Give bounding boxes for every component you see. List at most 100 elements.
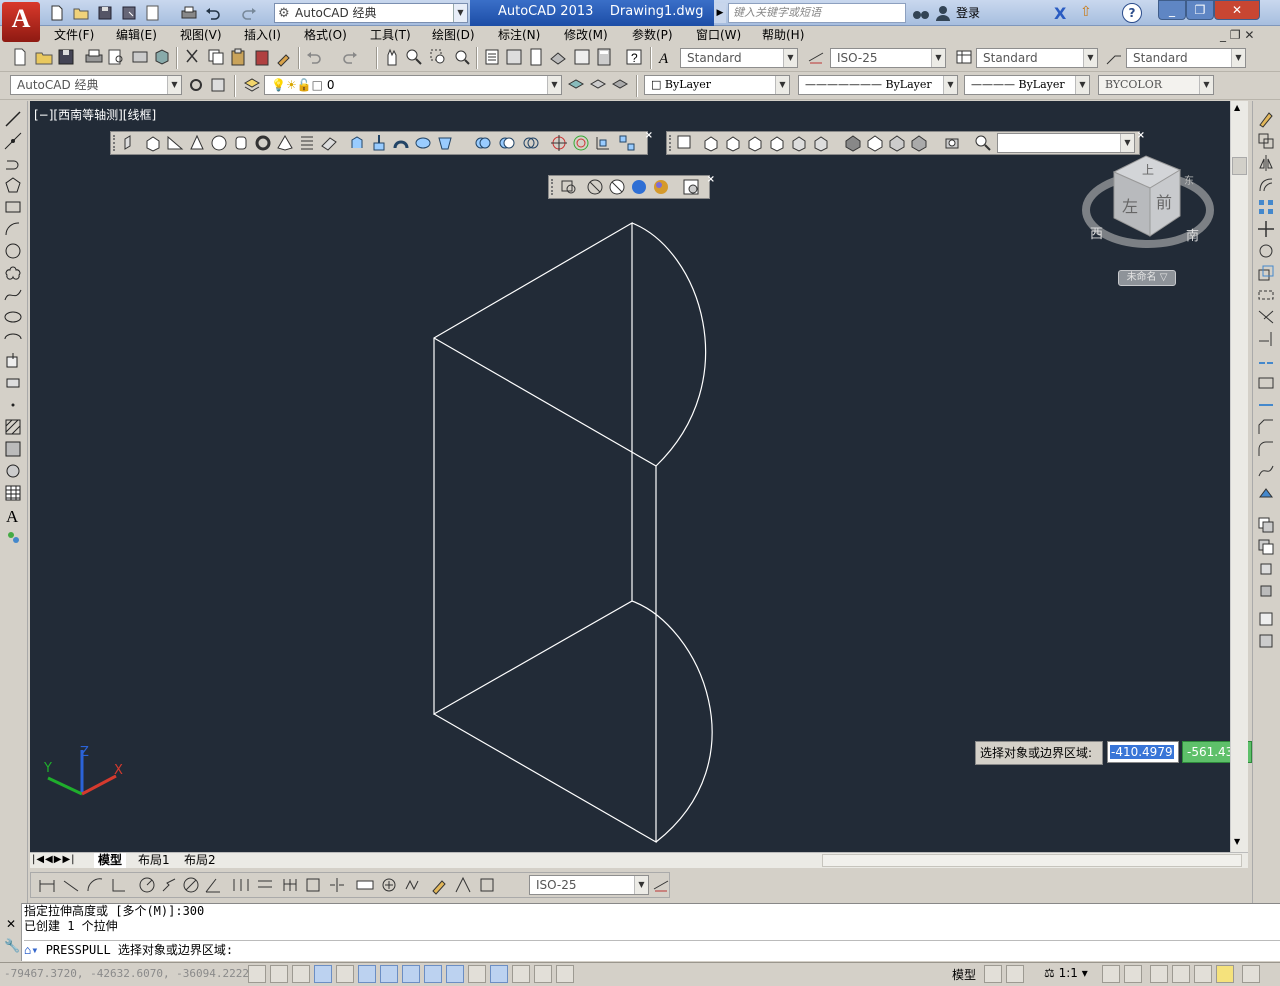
pyramid-icon[interactable] <box>275 133 295 153</box>
tab-layout2[interactable]: 布局2 <box>180 853 220 868</box>
break-at-point-icon[interactable] <box>1256 351 1276 371</box>
circle-icon[interactable] <box>3 241 23 261</box>
menu-parametric[interactable]: 参数(P) <box>632 27 673 43</box>
mirror-icon[interactable] <box>1256 153 1276 173</box>
layer-properties-icon[interactable] <box>242 75 262 95</box>
point-icon[interactable] <box>3 395 23 415</box>
wcs-menu[interactable]: 未命名 ▽ <box>1118 270 1176 286</box>
visual-style-manager-icon[interactable] <box>681 177 701 197</box>
zoom-previous-icon[interactable] <box>452 47 472 67</box>
region-icon[interactable] <box>3 461 23 481</box>
quick-properties-toggle[interactable] <box>512 965 530 983</box>
menu-format[interactable]: 格式(O) <box>304 27 347 43</box>
realistic-icon[interactable] <box>629 177 649 197</box>
zoom-realtime-icon[interactable] <box>404 47 424 67</box>
redo-icon[interactable] <box>340 47 360 67</box>
cylinder-icon[interactable] <box>231 133 251 153</box>
front-view-icon[interactable] <box>789 133 809 153</box>
gradient-icon[interactable] <box>3 439 23 459</box>
quick-view-drawings-icon[interactable] <box>1006 965 1024 983</box>
print-icon[interactable] <box>84 47 104 67</box>
hardware-acceleration-icon[interactable] <box>1194 965 1212 983</box>
radius-dim-icon[interactable] <box>137 875 157 895</box>
markup-icon[interactable] <box>572 47 592 67</box>
stretch-icon[interactable] <box>1256 285 1276 305</box>
construction-line-icon[interactable] <box>3 131 23 151</box>
dim-update-icon[interactable] <box>477 875 497 895</box>
grid-display-toggle[interactable] <box>292 965 310 983</box>
cut-icon[interactable] <box>182 47 202 67</box>
intersect-icon[interactable] <box>521 133 541 153</box>
break-icon[interactable] <box>1256 373 1276 393</box>
tab-layout1[interactable]: 布局1 <box>134 853 174 868</box>
menu-view[interactable]: 视图(V) <box>180 27 222 43</box>
polyline-icon[interactable] <box>3 153 23 173</box>
pan-icon[interactable] <box>382 47 402 67</box>
linear-dim-icon[interactable] <box>37 875 57 895</box>
close-icon[interactable]: ✕ <box>6 917 16 931</box>
scroll-down-icon[interactable]: ▼ <box>1234 837 1240 846</box>
coordinates-readout[interactable]: -79467.3720, -42632.6070, -36094.2222 <box>4 967 249 980</box>
scroll-up-icon[interactable]: ▲ <box>1234 103 1240 112</box>
named-views-icon[interactable] <box>675 133 695 153</box>
planar-surface-icon[interactable] <box>319 133 339 153</box>
sweep-icon[interactable] <box>391 133 411 153</box>
tab-nav-arrows[interactable]: |◀◀▶▶| <box>32 853 76 868</box>
save-icon[interactable] <box>56 47 76 67</box>
make-current-layer-icon[interactable] <box>566 75 586 95</box>
quick-view-layouts-icon[interactable] <box>984 965 1002 983</box>
annotation-scale[interactable]: ⚖ 1:1 ▾ <box>1044 966 1088 980</box>
horizontal-scrollbar[interactable] <box>822 854 1242 867</box>
drawing-canvas[interactable] <box>30 101 1248 852</box>
cone-icon[interactable] <box>187 133 207 153</box>
3d-array-icon[interactable] <box>617 133 637 153</box>
plot-preview-icon[interactable] <box>106 47 126 67</box>
menu-dimension[interactable]: 标注(N) <box>498 27 540 43</box>
dimension-style-icon[interactable] <box>651 875 671 895</box>
viewport-controls-label[interactable]: [−][西南等轴测][线框] <box>34 106 156 123</box>
insert-block-icon[interactable] <box>3 351 23 371</box>
ortho-mode-toggle[interactable] <box>314 965 332 983</box>
vertical-scrollbar[interactable]: ▲ ▼ <box>1230 101 1248 852</box>
paste-icon[interactable] <box>228 47 248 67</box>
aligned-dim-icon[interactable] <box>61 875 81 895</box>
hatch-to-back-icon[interactable] <box>1256 631 1276 651</box>
explode-icon[interactable] <box>1256 483 1276 503</box>
send-to-back-icon[interactable] <box>1256 559 1276 579</box>
plot-preview-icon[interactable] <box>144 4 162 22</box>
ordinate-dim-icon[interactable] <box>109 875 129 895</box>
save-as-icon[interactable] <box>120 4 138 22</box>
color-select[interactable]: □ ByLayer ▼ <box>644 75 790 95</box>
print-icon[interactable] <box>180 4 198 22</box>
arc-length-icon[interactable] <box>85 875 105 895</box>
lineweight-select[interactable]: ———— ByLayer ▼ <box>964 75 1090 95</box>
text-to-front-icon[interactable] <box>1256 609 1276 629</box>
center-mark-icon[interactable] <box>379 875 399 895</box>
jogged-dim-icon[interactable] <box>159 875 179 895</box>
command-input[interactable]: ⌂▾ PRESSPULL 选择对象或边界区域: <box>24 940 1280 960</box>
ellipse-arc-icon[interactable] <box>3 329 23 349</box>
polygon-icon[interactable] <box>3 175 23 195</box>
plotstyle-select[interactable]: BYCOLOR ▼ <box>1098 75 1214 95</box>
scale-icon[interactable] <box>1256 263 1276 283</box>
menu-help[interactable]: 帮助(H) <box>762 27 804 43</box>
add-selected-icon[interactable] <box>3 527 23 547</box>
table-style-select[interactable]: Standard ▼ <box>976 48 1098 68</box>
presspull-icon[interactable] <box>369 133 389 153</box>
sw-isometric-icon[interactable] <box>843 133 863 153</box>
auto-scale-icon[interactable] <box>1124 965 1142 983</box>
application-menu-button[interactable]: A <box>2 2 40 42</box>
clean-screen-icon[interactable] <box>1242 965 1260 983</box>
copy-object-icon[interactable] <box>1256 131 1276 151</box>
inspection-icon[interactable] <box>403 875 423 895</box>
fillet-icon[interactable] <box>1256 439 1276 459</box>
top-view-icon[interactable] <box>701 133 721 153</box>
binoculars-icon[interactable] <box>912 4 930 22</box>
copy-icon[interactable] <box>206 47 226 67</box>
baseline-dim-icon[interactable] <box>255 875 275 895</box>
snap-mode-toggle[interactable] <box>270 965 288 983</box>
object-snap-toggle[interactable] <box>358 965 376 983</box>
transparency-toggle[interactable] <box>490 965 508 983</box>
new-icon[interactable] <box>48 4 66 22</box>
paste-block-icon[interactable] <box>252 47 272 67</box>
